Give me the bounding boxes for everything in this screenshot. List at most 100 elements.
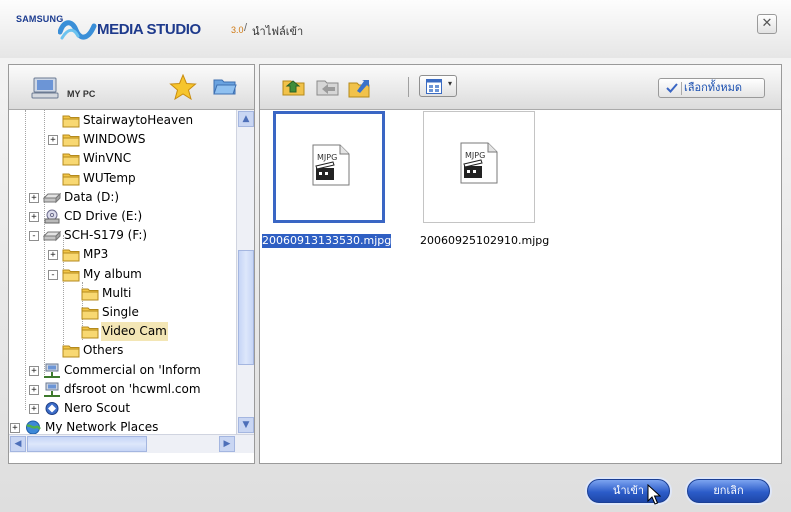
scroll-left-arrow-icon[interactable]: ◀ <box>10 436 26 452</box>
tree-item[interactable]: + WINDOWS <box>9 130 236 149</box>
tree-item[interactable]: + dfsroot on 'hcwml.com <box>9 380 236 399</box>
collapse-icon[interactable]: - <box>29 231 39 242</box>
video-file-icon: MJPG <box>460 142 498 184</box>
folder-icon <box>81 307 99 320</box>
tree-item[interactable]: WUTemp <box>9 169 236 188</box>
tree-item[interactable]: Single <box>9 303 236 322</box>
network-share-icon <box>44 363 60 378</box>
tree-item[interactable]: - SCH-S179 (F:) <box>9 226 236 245</box>
tree-item-label: Data (D:) <box>64 189 120 204</box>
expand-icon[interactable]: + <box>29 212 39 222</box>
close-button[interactable]: ✕ <box>757 14 777 34</box>
my-pc-label: MY PC <box>67 89 96 99</box>
dialog-title: นำไฟล์เข้า <box>252 25 304 38</box>
title-bar: SAMSUNG MEDIA STUDIO 3.0 / นำไฟล์เข้า ✕ <box>0 0 791 58</box>
folder-icon <box>62 345 80 358</box>
tree-item[interactable]: Others <box>9 341 236 360</box>
folder-back-icon[interactable] <box>316 77 340 97</box>
tree-item[interactable]: + Nero Scout <box>9 399 236 418</box>
tree-item[interactable]: - My album <box>9 265 236 284</box>
folder-icon <box>62 173 80 186</box>
tree-item[interactable]: + My Network Places <box>9 418 236 434</box>
video-file-icon: MJPG <box>312 144 350 186</box>
tree-item-label: WinVNC <box>83 151 132 166</box>
network-places-icon <box>26 420 41 434</box>
brand-product: MEDIA STUDIO <box>97 21 201 38</box>
drive-icon <box>43 230 61 242</box>
tree-item[interactable]: + MP3 <box>9 245 236 264</box>
tree-item-label: Nero Scout <box>64 401 131 415</box>
vertical-scroll-thumb[interactable] <box>238 250 254 365</box>
file-item[interactable]: MJPG 20060925102910.mjpg <box>417 111 549 251</box>
expand-icon[interactable]: + <box>29 384 39 395</box>
tree-item-label: Video Cam <box>101 322 168 342</box>
folder-icon <box>62 115 80 128</box>
favorite-star-icon[interactable] <box>169 74 197 100</box>
scroll-right-arrow-icon[interactable]: ▶ <box>219 436 235 452</box>
computer-icon[interactable] <box>31 77 59 99</box>
file-name[interactable]: 20060925102910.mjpg <box>420 234 549 248</box>
tree-item-label: My Network Places <box>45 420 159 434</box>
drive-icon <box>43 192 61 204</box>
folder-icon <box>62 269 80 282</box>
view-dropdown-icon[interactable]: ▾ <box>448 79 452 88</box>
expand-icon[interactable]: + <box>48 135 58 146</box>
select-all-divider <box>681 82 682 95</box>
tree-item[interactable]: Video Cam <box>9 322 236 342</box>
nero-icon <box>45 402 59 415</box>
file-thumbnail[interactable]: MJPG <box>273 111 385 223</box>
cd-drive-icon <box>44 209 60 224</box>
expand-icon[interactable]: + <box>10 423 20 434</box>
tree-item-label: StairwaytoHeaven <box>83 113 194 127</box>
file-thumbnail[interactable]: MJPG <box>423 111 535 223</box>
cancel-button[interactable]: ยกเลิก <box>687 479 770 503</box>
file-type-label: MJPG <box>317 153 337 162</box>
scroll-down-arrow-icon[interactable]: ▼ <box>238 417 254 433</box>
expand-icon[interactable]: + <box>29 404 39 414</box>
brand-company: SAMSUNG <box>16 14 64 24</box>
folder-icon <box>62 153 80 166</box>
horizontal-scroll-thumb[interactable] <box>27 436 147 452</box>
tree-item[interactable]: StairwaytoHeaven <box>9 111 236 130</box>
folder-icon <box>62 249 80 262</box>
file-type-label: MJPG <box>465 151 485 160</box>
tree-horizontal-scrollbar[interactable]: ◀ ▶ <box>9 434 254 453</box>
tree-vertical-scrollbar[interactable]: ▲ ▼ <box>236 110 254 434</box>
tree-item-label: dfsroot on 'hcwml.com <box>64 381 201 396</box>
title-separator: / <box>244 22 248 34</box>
checkmark-icon <box>666 83 678 93</box>
folder-icon <box>81 288 99 301</box>
tree-item-label: Others <box>83 343 124 358</box>
file-name[interactable]: 20060913133530.mjpg <box>262 234 392 248</box>
select-all-label: เลือกทั้งหมด <box>684 81 743 94</box>
tree-item-label: SCH-S179 (F:) <box>64 228 148 243</box>
tree-item-label: My album <box>83 266 142 281</box>
tree-item[interactable]: + Commercial on 'Inform <box>9 361 236 380</box>
tree-item[interactable]: + Data (D:) <box>9 188 236 207</box>
folder-tree: StairwaytoHeaven + WINDOWS WinVNC WUTemp + Dat… <box>9 110 236 434</box>
expand-icon[interactable]: + <box>29 192 39 203</box>
folder-open-icon[interactable] <box>348 77 372 99</box>
brand-version: 3.0 <box>231 25 244 35</box>
collapse-icon[interactable]: - <box>48 269 58 280</box>
tree-item[interactable]: Multi <box>9 284 236 303</box>
expand-icon[interactable]: + <box>29 365 39 376</box>
folder-tree-pane: MY PC StairwaytoHeaven + WINDOWS WinVNC WUTe… <box>8 64 255 464</box>
tree-item-label: MP3 <box>83 247 109 262</box>
file-item[interactable]: MJPG 20060913133530.mjpg <box>262 111 395 251</box>
folder-icon <box>62 134 80 147</box>
media-studio-import-dialog: SAMSUNG MEDIA STUDIO 3.0 / นำไฟล์เข้า ✕ … <box>0 0 791 512</box>
tree-item[interactable]: + CD Drive (E:) <box>9 207 236 226</box>
select-all-button[interactable]: เลือกทั้งหมด <box>658 78 765 98</box>
folder-icon <box>81 326 99 339</box>
scroll-up-arrow-icon[interactable]: ▲ <box>238 111 254 127</box>
folder-tree-header: MY PC <box>9 65 254 110</box>
folder-browse-icon[interactable] <box>213 76 237 96</box>
expand-icon[interactable]: + <box>48 250 58 261</box>
network-share-icon <box>44 382 60 397</box>
tree-item-label: CD Drive (E:) <box>64 209 143 223</box>
tree-item-label: Multi <box>102 285 132 300</box>
tree-item[interactable]: WinVNC <box>9 149 236 168</box>
folder-up-icon[interactable] <box>282 77 306 97</box>
file-browser-pane: ▾ เลือกทั้งหมด MJPG 20060913133530.mjpg … <box>259 64 782 464</box>
